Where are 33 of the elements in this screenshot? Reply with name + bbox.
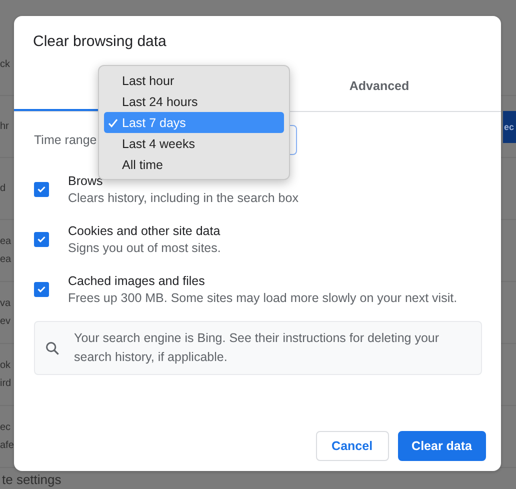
background-text: ec <box>0 420 11 434</box>
background-text: te settings <box>1 472 62 488</box>
background-text: ck <box>0 58 10 72</box>
clear-data-button[interactable]: Clear data <box>398 431 486 461</box>
background-text: ea <box>0 234 12 248</box>
menu-item[interactable]: All time <box>104 154 284 175</box>
background-button[interactable]: ec <box>503 111 516 143</box>
checkbox[interactable] <box>34 182 49 196</box>
background-text: d <box>0 182 6 196</box>
option-description: Signs you out of most sites. <box>68 240 221 254</box>
option-description: Clears history, including in the search box <box>68 190 298 204</box>
checkbox[interactable] <box>34 282 49 296</box>
background-text: ev <box>0 314 11 328</box>
option-label: Cached images and files <box>68 274 205 288</box>
cancel-button[interactable]: Cancel <box>316 431 389 461</box>
menu-item[interactable]: Last 4 weeks <box>104 133 284 154</box>
background-text: va <box>0 296 11 310</box>
option-label: Cookies and other site data <box>68 224 220 238</box>
search-icon <box>45 340 60 356</box>
checkbox[interactable] <box>34 232 49 246</box>
background-text: afe <box>0 438 14 452</box>
option-description: Frees up 300 MB. Some sites may load more slowly on your next visit. <box>68 290 458 304</box>
background-text: ird <box>0 376 12 390</box>
menu-item[interactable]: Last 24 hours <box>104 91 284 112</box>
background-text: ea <box>0 252 12 266</box>
menu-item[interactable]: Last hour <box>104 70 284 91</box>
option-label: Brows <box>68 174 103 188</box>
menu-item[interactable]: Last 7 days <box>104 112 284 133</box>
dialog-title: Clear browsing data <box>32 32 168 52</box>
field-label: Time range <box>34 133 98 147</box>
notice-text: Your search engine is Bing. See their instructions for deleting your search history, if applicable. <box>74 330 440 366</box>
background-text: ok <box>0 358 11 372</box>
background-text: hr <box>0 120 9 134</box>
